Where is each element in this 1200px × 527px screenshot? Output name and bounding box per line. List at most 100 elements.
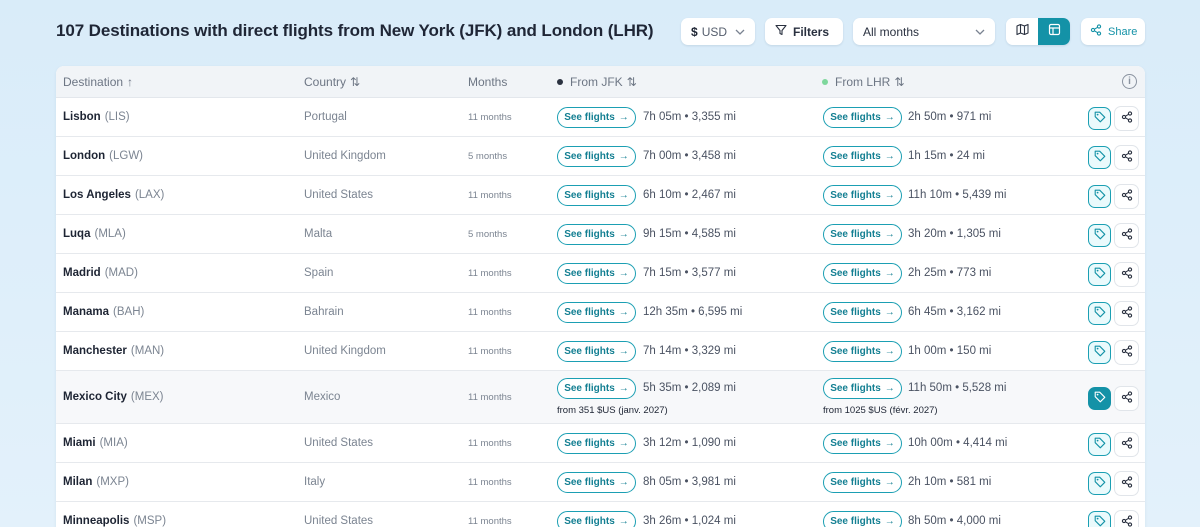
price-alert-button[interactable] [1088,472,1111,495]
jfk-duration-distance: 3h 26m • 1,024 mi [643,515,736,527]
see-flights-lhr-button[interactable]: See flights → [823,472,902,493]
table-row: Lisbon (LIS) Portugal 11 months See fligh… [56,98,1145,137]
price-alert-button[interactable] [1088,341,1111,364]
sort-icon: ⇅ [350,75,361,89]
table-row: Manchester (MAN) United Kingdom 11 months… [56,332,1145,371]
row-share-button[interactable] [1114,340,1139,365]
see-flights-lhr-button[interactable]: See flights → [823,302,902,323]
column-header-from-jfk[interactable]: From JFK ⇅ [557,75,637,89]
see-flights-jfk-button[interactable]: See flights → [557,302,636,323]
country-cell: Portugal [304,111,347,123]
destination-cell: Milan (MXP) [63,476,129,488]
arrow-right-icon: → [618,307,629,318]
share-button[interactable]: Share [1081,18,1145,45]
table-row: Miami (MIA) United States 11 months See f… [56,424,1145,463]
price-alert-button[interactable] [1088,224,1111,247]
months-select[interactable]: All months [853,18,995,45]
see-flights-label: See flights [830,229,881,240]
filters-label: Filters [793,24,830,39]
price-alert-button[interactable] [1088,302,1111,325]
map-icon [1015,23,1029,41]
column-header-destination[interactable]: Destination ↑ [63,75,133,89]
price-alert-button[interactable] [1088,185,1111,208]
arrow-right-icon: → [884,346,895,357]
arrow-right-icon: → [884,383,895,394]
row-share-button[interactable] [1114,301,1139,326]
see-flights-lhr-button[interactable]: See flights → [823,378,902,399]
months-cell: 11 months [468,516,512,527]
column-header-from-lhr[interactable]: From LHR ⇅ [822,75,904,89]
price-alert-button[interactable] [1088,107,1111,130]
tag-icon [1094,475,1106,493]
destination-cell: Luqa (MLA) [63,228,126,240]
map-view-button[interactable] [1006,18,1038,45]
row-share-button[interactable] [1114,262,1139,287]
row-share-button[interactable] [1114,106,1139,131]
arrow-right-icon: → [618,268,629,279]
info-icon[interactable]: i [1122,74,1137,89]
price-alert-button[interactable] [1088,433,1111,456]
row-share-button[interactable] [1114,432,1139,457]
see-flights-lhr-button[interactable]: See flights → [823,224,902,245]
see-flights-jfk-button[interactable]: See flights → [557,185,636,206]
price-alert-button[interactable] [1088,511,1111,527]
destination-cell: Mexico City (MEX) [63,391,164,403]
see-flights-jfk-button[interactable]: See flights → [557,224,636,245]
price-alert-button[interactable] [1088,263,1111,286]
see-flights-lhr-button[interactable]: See flights → [823,341,902,362]
destination-city: London [63,150,106,162]
row-share-button[interactable] [1114,471,1139,496]
see-flights-jfk-button[interactable]: See flights → [557,146,636,167]
see-flights-lhr-button[interactable]: See flights → [823,146,902,167]
share-icon [1121,390,1133,408]
arrow-right-icon: → [884,151,895,162]
arrow-right-icon: → [618,477,629,488]
airport-code: (LAX) [134,189,165,201]
table-view-button[interactable] [1038,18,1070,45]
price-alert-button[interactable] [1088,387,1111,410]
row-share-button[interactable] [1114,386,1139,411]
country-cell: United Kingdom [304,150,386,162]
see-flights-jfk-button[interactable]: See flights → [557,511,636,527]
see-flights-lhr-button[interactable]: See flights → [823,511,902,527]
see-flights-lhr-button[interactable]: See flights → [823,107,902,128]
country-cell: United States [304,437,374,449]
see-flights-jfk-button[interactable]: See flights → [557,433,636,454]
see-flights-jfk-button[interactable]: See flights → [557,263,636,284]
currency-select[interactable]: $ USD [681,18,755,45]
top-bar: 107 Destinations with direct flights fro… [0,0,1200,64]
destination-city: Madrid [63,267,101,279]
column-header-country[interactable]: Country ⇅ [304,75,360,89]
see-flights-lhr-button[interactable]: See flights → [823,433,902,454]
airport-code: (MSP) [133,515,167,527]
share-icon [1121,227,1133,245]
tag-icon [1094,344,1106,362]
months-select-value: All months [863,24,920,39]
arrow-right-icon: → [618,229,629,240]
see-flights-label: See flights [564,268,615,279]
see-flights-jfk-button[interactable]: See flights → [557,341,636,362]
row-share-button[interactable] [1114,145,1139,170]
filter-icon [775,24,787,39]
airport-code: (MAN) [130,345,165,357]
country-cell: Bahrain [304,306,344,318]
row-share-button[interactable] [1114,184,1139,209]
price-alert-button[interactable] [1088,146,1111,169]
jfk-duration-distance: 8h 05m • 3,981 mi [643,476,736,488]
jfk-duration-distance: 7h 00m • 3,458 mi [643,150,736,162]
see-flights-jfk-button[interactable]: See flights → [557,472,636,493]
chevron-down-icon [735,27,745,37]
table-row: Luqa (MLA) Malta 5 months See flights → 9… [56,215,1145,254]
filters-button[interactable]: Filters [765,18,843,45]
see-flights-jfk-button[interactable]: See flights → [557,378,636,399]
airport-code: (MIA) [99,437,128,449]
see-flights-jfk-button[interactable]: See flights → [557,107,636,128]
see-flights-lhr-button[interactable]: See flights → [823,263,902,284]
see-flights-label: See flights [564,229,615,240]
lhr-dot-icon [822,79,828,85]
destination-city: Minneapolis [63,515,130,527]
see-flights-lhr-button[interactable]: See flights → [823,185,902,206]
row-share-button[interactable] [1114,510,1139,527]
arrow-right-icon: → [618,190,629,201]
row-share-button[interactable] [1114,223,1139,248]
